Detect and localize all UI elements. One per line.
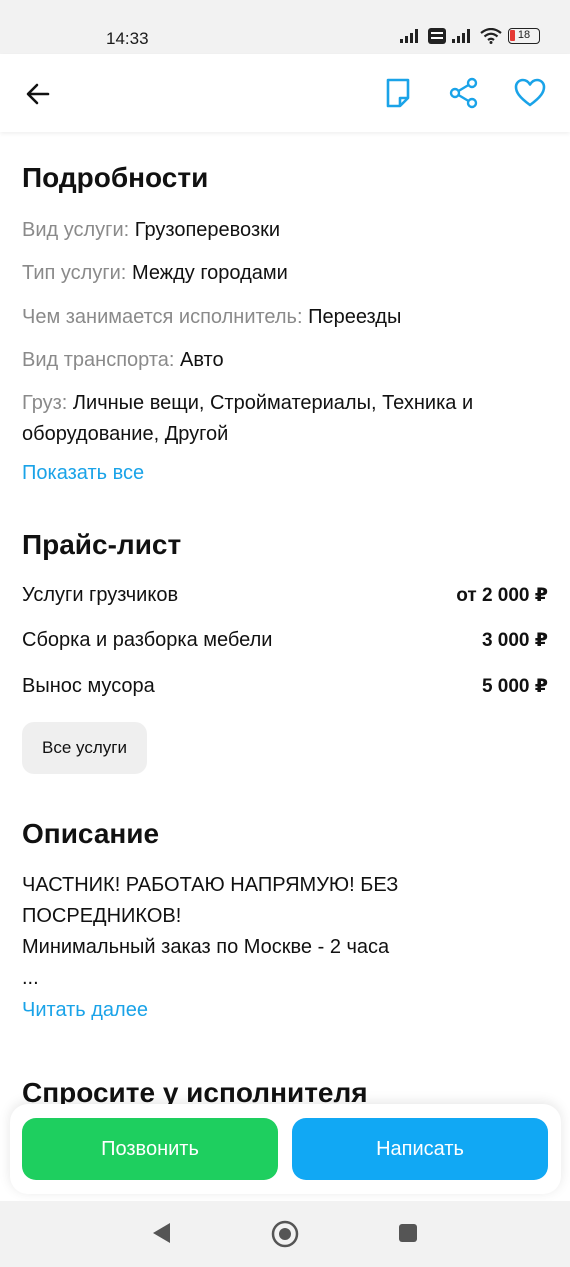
price-list-title: Прайс-лист (22, 529, 182, 560)
action-panel: Позвонить Написать (10, 1104, 561, 1194)
price-item-value: от 2 000 ₽ (456, 585, 548, 606)
content[interactable]: Подробности Вид услуги: Грузоперевозки Т… (0, 132, 570, 1107)
detail-value: Личные вещи, Стройматериалы, Техника и о… (22, 392, 474, 445)
detail-row: Вид услуги: Грузоперевозки (22, 215, 542, 246)
app-header (0, 54, 570, 132)
detail-value: Переезды (308, 306, 402, 328)
battery-level: 18 (517, 29, 531, 41)
detail-value: Авто (180, 349, 224, 371)
price-item-value: 3 000 ₽ (481, 630, 548, 651)
detail-row: Груз: Личные вещи, Стройматериалы, Техни… (22, 388, 542, 450)
write-button[interactable]: Написать (292, 1118, 548, 1180)
detail-key: Вид транспорта: (22, 349, 175, 371)
share-icon[interactable] (447, 76, 481, 110)
detail-key: Вид услуги: (22, 219, 130, 241)
description-line: Минимальный заказ по Москве - 2 часа (22, 936, 390, 958)
back-triangle-icon[interactable] (150, 1221, 172, 1245)
detail-row: Тип услуги: Между городами (22, 258, 542, 289)
back-arrow-icon[interactable] (22, 78, 54, 110)
signal-icon (452, 29, 470, 43)
detail-row: Вид транспорта: Авто (22, 345, 542, 376)
detail-value: Грузоперевозки (134, 219, 281, 241)
detail-value: Между городами (131, 262, 288, 284)
detail-row: Чем занимается исполнитель: Переезды (22, 302, 542, 333)
status-bar: 14:33 18 (0, 0, 570, 54)
read-more-link[interactable]: Читать далее (22, 999, 148, 1022)
detail-key: Тип услуги: (22, 262, 127, 284)
wifi-icon (480, 28, 502, 44)
price-item-name: Сборка и разборка мебели (22, 629, 273, 651)
price-item-name: Вынос мусора (22, 675, 155, 697)
price-item-name: Услуги грузчиков (22, 584, 179, 606)
note-icon[interactable] (381, 76, 415, 110)
all-services-button[interactable]: Все услуги (22, 722, 147, 774)
ask-title: Спросите у исполнителя (22, 1077, 368, 1107)
show-all-link[interactable]: Показать все (22, 462, 144, 485)
status-icons: 18 (400, 28, 540, 44)
heart-icon[interactable] (513, 76, 547, 110)
description-title: Описание (22, 818, 160, 849)
home-circle-icon[interactable] (271, 1220, 299, 1248)
recents-square-icon[interactable] (398, 1223, 418, 1243)
details-title: Подробности (22, 162, 209, 193)
system-nav-bar (0, 1201, 570, 1267)
description-line: ЧАСТНИК! РАБОТАЮ НАПРЯМУЮ! БЕЗ ПОСРЕДНИК… (22, 874, 399, 927)
status-time: 14:33 (106, 29, 149, 48)
signal-icon (400, 29, 418, 43)
price-item-value: 5 000 ₽ (481, 676, 548, 697)
detail-key: Груз: (22, 392, 68, 414)
description-text: ЧАСТНИК! РАБОТАЮ НАПРЯМУЮ! БЕЗ ПОСРЕДНИК… (22, 870, 542, 994)
description-line: ... (22, 967, 39, 989)
volte-icon (428, 28, 446, 44)
detail-key: Чем занимается исполнитель: (22, 306, 303, 328)
battery-icon: 18 (508, 28, 540, 44)
call-button[interactable]: Позвонить (22, 1118, 278, 1180)
